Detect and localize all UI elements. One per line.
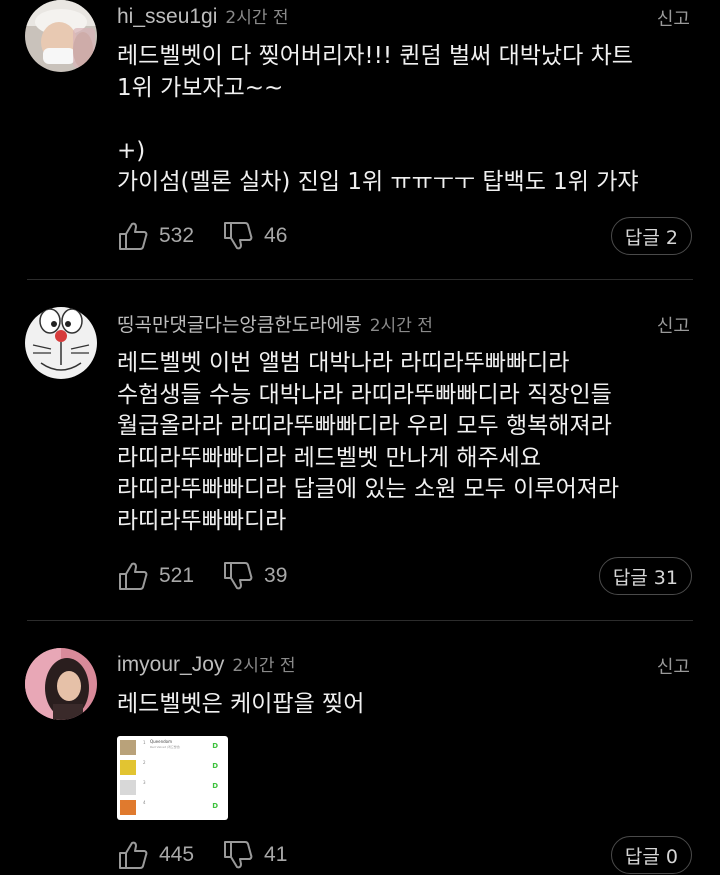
comment-line: 월급올라라 라띠라뚜빠빠디라 우리 모두 행복해져라 <box>117 413 612 439</box>
attached-image[interactable]: 1 Queendom Red Velvet (레드벨벳) D 2 D 3 D 4… <box>117 736 228 820</box>
album-art <box>120 760 136 775</box>
thumbs-up-icon[interactable] <box>117 839 149 871</box>
avatar-image-icon <box>25 0 97 72</box>
comment-line: +) <box>117 137 146 164</box>
chart-row: 1 Queendom Red Velvet (레드벨벳) D <box>120 739 224 756</box>
download-icon: D <box>212 742 218 750</box>
comment-line: 라띠라뚜빠빠디라 <box>117 507 287 534</box>
download-icon: D <box>212 802 218 810</box>
chart-row: 3 D <box>120 779 224 796</box>
doraemon-avatar-icon <box>25 307 97 379</box>
avatar-image-icon <box>25 648 97 720</box>
chart-title: Queendom <box>150 739 173 744</box>
reply-button[interactable]: 답글 2 <box>610 217 692 255</box>
download-icon: D <box>212 762 218 770</box>
report-button[interactable]: 신고 <box>657 653 690 679</box>
comment-line: 수험생들 수능 대박나라 라띠라뚜빠빠디라 직장인들 <box>117 381 612 408</box>
like-count: 445 <box>159 843 195 866</box>
chart-rank: 3 <box>143 780 146 785</box>
timestamp: 2시간 전 <box>225 8 289 28</box>
album-art <box>120 780 136 795</box>
comment-actions: 521 39 <box>117 556 315 596</box>
timestamp: 2시간 전 <box>369 316 433 336</box>
download-icon: D <box>212 782 218 790</box>
thumbs-up-icon[interactable] <box>117 220 149 252</box>
comment-body: 레드벨벳이 다 찢어버리자!!! 퀸덤 벌써 대박났다 차트 1위 가보자고~~… <box>117 41 707 199</box>
username[interactable]: 띵곡만댓글다는앙큼한도라에몽 <box>117 310 362 337</box>
report-button[interactable]: 신고 <box>657 5 690 31</box>
comment-line: 레드벨벳 이번 앨범 대박나라 라띠라뚜빠빠디라 <box>117 350 570 376</box>
comment-line: 라띠라뚜빠빠디라 답글에 있는 소원 모두 이루어져라 <box>117 476 620 502</box>
chart-rank: 1 <box>143 740 146 745</box>
avatar[interactable] <box>25 648 97 720</box>
divider <box>27 620 693 621</box>
comment-body: 레드벨벳 이번 앨범 대박나라 라띠라뚜빠빠디라 수험생들 수능 대박나라 라띠… <box>117 348 707 537</box>
dislike-count: 39 <box>264 564 288 587</box>
report-button[interactable]: 신고 <box>657 312 690 338</box>
dislike-count: 41 <box>264 843 288 866</box>
chart-rank: 2 <box>143 760 146 765</box>
comment-actions: 532 46 <box>117 216 315 256</box>
thumbs-down-icon[interactable] <box>222 839 254 871</box>
album-art <box>120 800 136 815</box>
divider <box>27 279 693 280</box>
comment-line: 레드벨벳이 다 찢어버리자!!! 퀸덤 벌써 대박났다 차트 <box>117 43 633 69</box>
comment-meta: hi_sseu1gi 2시간 전 <box>117 3 289 33</box>
chart-row: 4 D <box>120 799 224 816</box>
dislike-count: 46 <box>264 224 288 247</box>
comment-line: 라띠라뚜빠빠디라 레드벨벳 만나게 해주세요 <box>117 444 541 471</box>
chart-row: 2 D <box>120 759 224 776</box>
thumbs-up-icon[interactable] <box>117 560 149 592</box>
username[interactable]: hi_sseu1gi <box>117 5 217 29</box>
thumbs-down-icon[interactable] <box>222 560 254 592</box>
timestamp: 2시간 전 <box>232 656 296 676</box>
like-count: 521 <box>159 564 195 587</box>
thumbs-down-icon[interactable] <box>222 220 254 252</box>
comment-meta: 띵곡만댓글다는앙큼한도라에몽 2시간 전 <box>117 310 433 340</box>
comment-line: 1위 가보자고~~ <box>117 74 284 101</box>
like-count: 532 <box>159 224 195 247</box>
reply-button[interactable]: 답글 31 <box>598 557 692 595</box>
album-art <box>120 740 136 755</box>
username[interactable]: imyour_Joy <box>117 653 224 677</box>
chart-artist: Red Velvet (레드벨벳) <box>150 745 181 749</box>
comment-line <box>117 104 707 136</box>
avatar[interactable] <box>25 307 97 379</box>
comment-line: 레드벨벳은 케이팝을 찢어 <box>117 691 365 717</box>
comment-line: 가이섬(멜론 실차) 진입 1위 ㅠㅠㅜㅜ 탑백도 1위 가쟈 <box>117 169 639 195</box>
reply-button[interactable]: 답글 0 <box>610 836 692 874</box>
chart-rank: 4 <box>143 800 146 805</box>
comment-actions: 445 41 <box>117 835 315 875</box>
comment-body: 레드벨벳은 케이팝을 찢어 <box>117 689 707 721</box>
avatar[interactable] <box>25 0 97 72</box>
comment-meta: imyour_Joy 2시간 전 <box>117 651 296 681</box>
